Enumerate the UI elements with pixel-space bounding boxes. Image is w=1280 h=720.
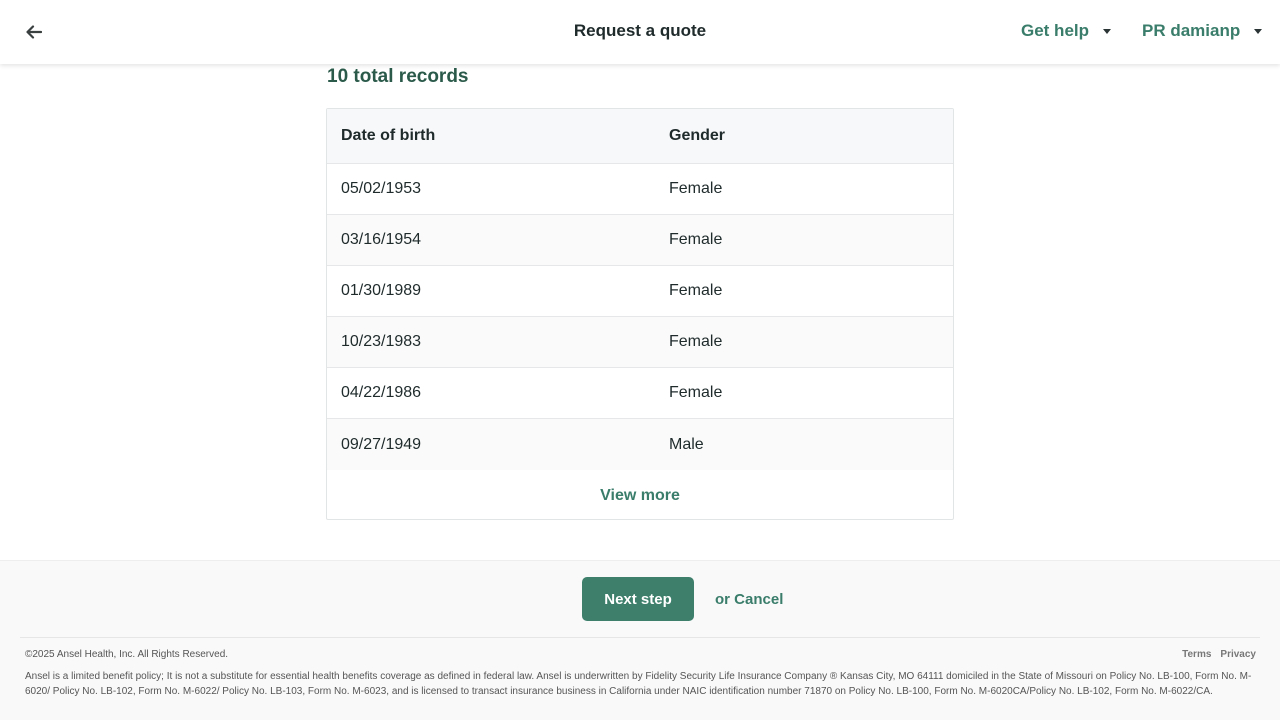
table-row: 10/23/1983 Female [327, 317, 953, 368]
column-header-gender: Gender [669, 127, 726, 144]
footer-divider [20, 637, 1260, 638]
gender-cell: Female [669, 384, 723, 401]
caret-down-icon [1103, 28, 1112, 34]
get-help-menu[interactable]: Get help [1021, 21, 1112, 41]
legal-disclaimer: Ansel is a limited benefit policy; It is… [25, 671, 1252, 697]
user-name-label: PR damianp [1142, 21, 1241, 40]
gender-cell: Female [669, 231, 723, 248]
table-row: 01/30/1989 Female [327, 266, 953, 317]
date-of-birth-cell: 03/16/1954 [341, 231, 422, 248]
top-bar: Request a quote Get help PR damianp [0, 0, 1280, 64]
table-row: 09/27/1949 Male [327, 419, 953, 470]
column-header-date-of-birth: Date of birth [341, 127, 436, 144]
gender-cell: Female [669, 282, 723, 299]
records-count-heading: 10 total records [327, 66, 469, 87]
caret-down-icon [1254, 28, 1263, 34]
privacy-link[interactable]: Privacy [1220, 649, 1256, 660]
table-row: 05/02/1953 Female [327, 164, 953, 215]
copyright-text: ©2025 Ansel Health, Inc. All Rights Rese… [25, 649, 229, 660]
view-more-link[interactable]: View more [327, 470, 953, 519]
next-step-button[interactable]: Next step [582, 577, 694, 621]
records-table: Date of birth Gender 05/02/1953 Female 0… [326, 108, 954, 520]
gender-cell: Female [669, 333, 723, 350]
get-help-label: Get help [1021, 21, 1090, 40]
date-of-birth-cell: 05/02/1953 [341, 180, 422, 197]
date-of-birth-cell: 10/23/1983 [341, 333, 422, 350]
footer: Next step or Cancel ©2025 Ansel Health, … [0, 560, 1280, 720]
date-of-birth-cell: 09/27/1949 [341, 435, 422, 453]
table-row: 03/16/1954 Female [327, 215, 953, 266]
user-menu[interactable]: PR damianp [1142, 21, 1263, 41]
table-header-row: Date of birth Gender [327, 109, 953, 164]
cancel-link[interactable]: or Cancel [715, 591, 783, 608]
date-of-birth-cell: 04/22/1986 [341, 384, 422, 401]
date-of-birth-cell: 01/30/1989 [341, 282, 422, 299]
gender-cell: Male [669, 435, 704, 453]
gender-cell: Female [669, 180, 723, 197]
terms-link[interactable]: Terms [1182, 649, 1211, 660]
legal-links: Terms Privacy [1182, 649, 1256, 660]
table-row: 04/22/1986 Female [327, 368, 953, 419]
